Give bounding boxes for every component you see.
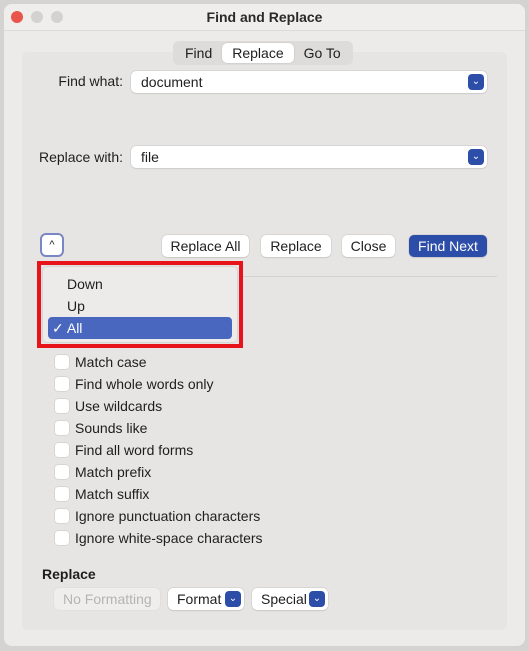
option-word-forms[interactable]: Find all word forms (55, 442, 193, 458)
format-button[interactable]: Format ⌄ (168, 588, 244, 610)
chevron-down-icon[interactable]: ⌄ (468, 149, 484, 165)
option-label: Find all word forms (75, 442, 194, 458)
option-label: Find whole words only (75, 376, 214, 392)
option-sounds-like[interactable]: Sounds like (55, 420, 147, 436)
checkbox[interactable] (55, 421, 69, 435)
checkbox[interactable] (55, 531, 69, 545)
option-ignore-whitespace[interactable]: Ignore white-space characters (55, 530, 263, 546)
option-label: Sounds like (75, 420, 148, 436)
replace-with-label: Replace with: (38, 149, 123, 165)
checkbox[interactable] (55, 443, 69, 457)
format-label: Format (177, 591, 222, 607)
title-bar: Find and Replace (4, 4, 525, 31)
replace-button[interactable]: Replace (261, 235, 331, 257)
checkbox[interactable] (55, 487, 69, 501)
checkmark-icon: ✓ (52, 320, 64, 336)
replace-all-button[interactable]: Replace All (162, 235, 249, 257)
option-match-case[interactable]: Match case (55, 354, 147, 370)
search-direction-menu: Down Up ✓ All (43, 267, 237, 342)
tab-go-to[interactable]: Go To (294, 43, 351, 63)
tab-bar: Find Replace Go To (173, 41, 353, 65)
chevron-down-icon: ⌄ (309, 591, 325, 607)
chevron-down-icon[interactable]: ⌄ (468, 74, 484, 90)
option-label: Match suffix (75, 486, 150, 502)
checkbox[interactable] (55, 509, 69, 523)
menu-item-all-label: All (66, 320, 83, 336)
collapse-options-button[interactable]: ^ (40, 233, 64, 257)
checkbox[interactable] (55, 465, 69, 479)
window-title: Find and Replace (206, 9, 323, 25)
no-formatting-button[interactable]: No Formatting (54, 588, 160, 610)
option-label: Match case (75, 354, 147, 370)
checkbox[interactable] (55, 355, 69, 369)
menu-item-all[interactable]: ✓ All (48, 317, 232, 339)
replace-section-heading: Replace (42, 566, 96, 582)
find-what-value: document (141, 74, 203, 90)
special-button[interactable]: Special ⌄ (252, 588, 328, 610)
option-label: Use wildcards (75, 398, 163, 414)
replace-with-value: file (141, 149, 159, 165)
annotation-highlight-box: Down Up ✓ All (37, 261, 243, 348)
menu-item-up[interactable]: Up (48, 295, 232, 317)
special-label: Special (261, 591, 307, 607)
option-wildcards[interactable]: Use wildcards (55, 398, 162, 414)
option-match-suffix[interactable]: Match suffix (55, 486, 149, 502)
option-label: Ignore punctuation characters (75, 508, 261, 524)
checkbox[interactable] (55, 377, 69, 391)
close-button[interactable]: Close (342, 235, 395, 257)
replace-with-input[interactable]: file ⌄ (131, 146, 487, 168)
find-what-input[interactable]: document ⌄ (131, 71, 487, 93)
tab-find[interactable]: Find (175, 43, 222, 63)
chevron-up-icon: ^ (49, 239, 55, 251)
find-replace-window: Find and Replace Find Replace Go To Find… (4, 4, 525, 646)
option-ignore-punctuation[interactable]: Ignore punctuation characters (55, 508, 260, 524)
option-label: Match prefix (75, 464, 152, 480)
menu-item-down[interactable]: Down (48, 273, 232, 295)
find-what-label: Find what: (58, 73, 123, 89)
divider (240, 276, 497, 277)
chevron-down-icon: ⌄ (225, 591, 241, 607)
checkbox[interactable] (55, 399, 69, 413)
option-whole-words[interactable]: Find whole words only (55, 376, 214, 392)
option-match-prefix[interactable]: Match prefix (55, 464, 151, 480)
find-next-button[interactable]: Find Next (409, 235, 487, 257)
tab-replace[interactable]: Replace (222, 43, 294, 63)
option-label: Ignore white-space characters (75, 530, 263, 546)
